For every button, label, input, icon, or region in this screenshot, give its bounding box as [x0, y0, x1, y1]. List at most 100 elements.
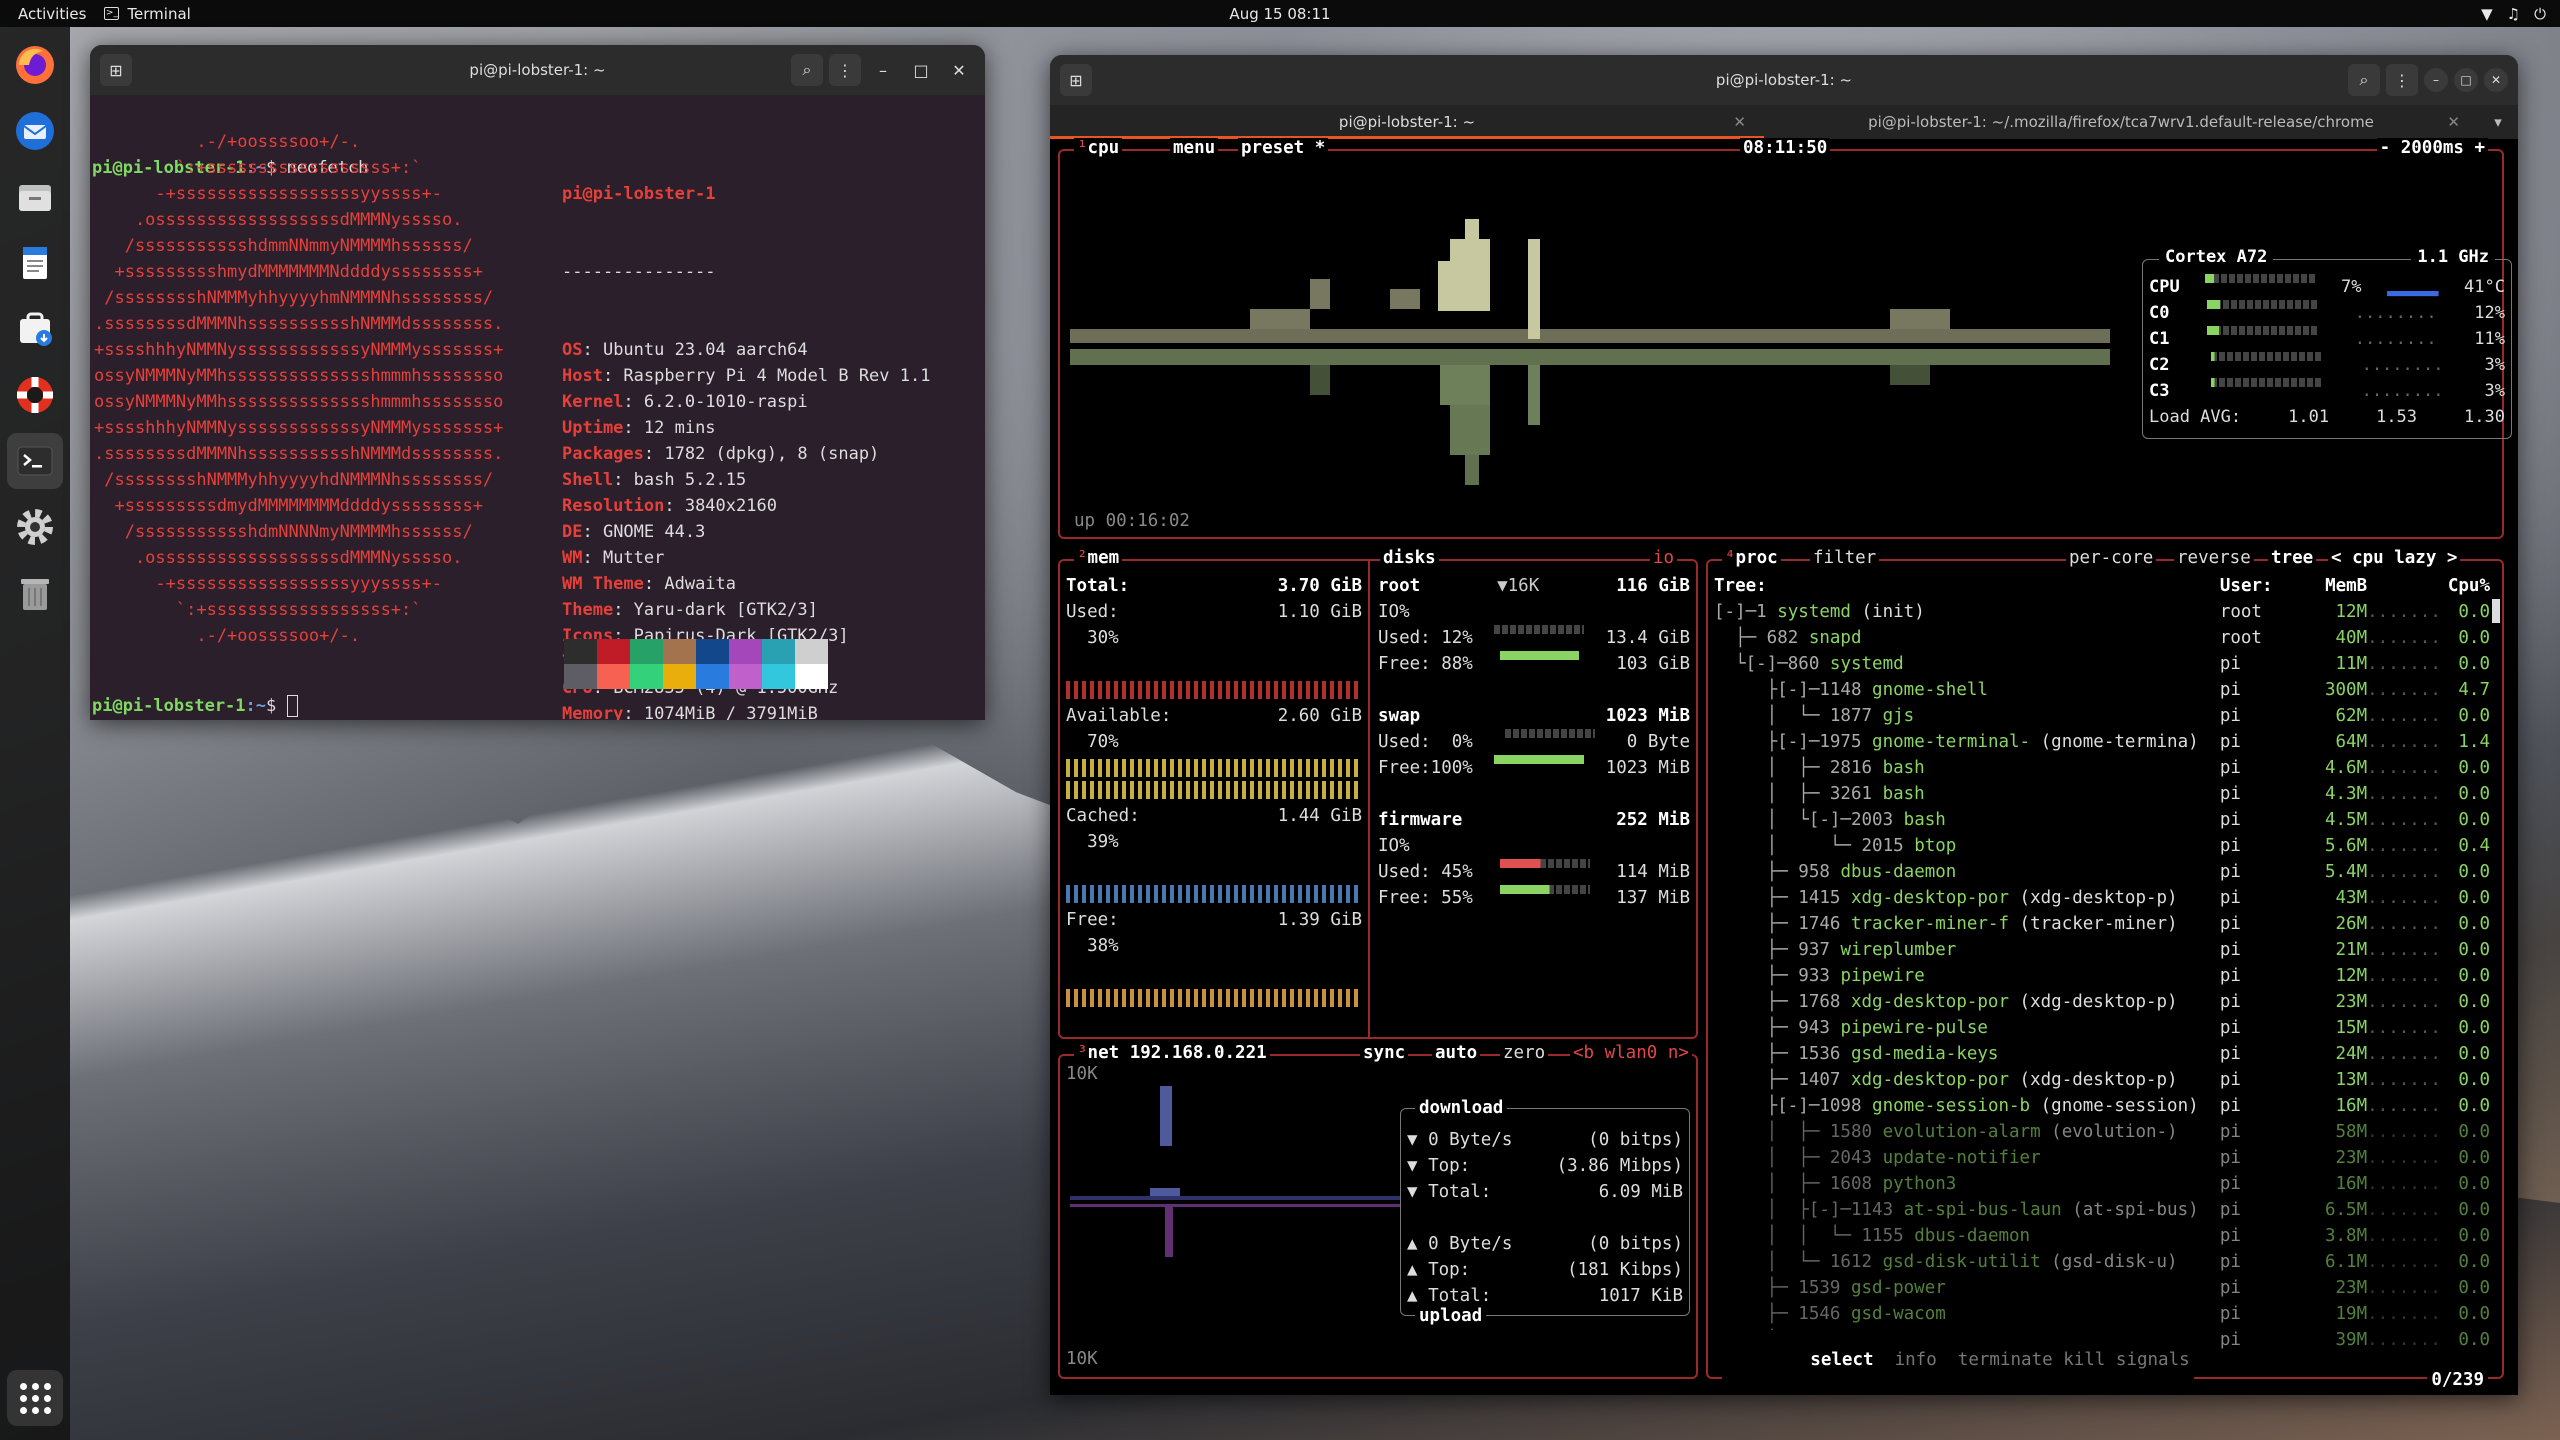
process-row[interactable]: └[-]─860 systemd pi 11M....... 0.0 — [1714, 651, 2490, 677]
process-row[interactable]: ├─ 1746 tracker-miner-f (tracker-miner) p… — [1714, 911, 2490, 937]
sync-toggle[interactable]: sync — [1363, 1043, 1405, 1063]
auto-toggle[interactable]: auto — [1435, 1043, 1477, 1063]
tree-toggle[interactable]: tree — [2271, 548, 2313, 568]
select-button[interactable]: select — [1810, 1350, 1873, 1370]
show-apps-icon[interactable] — [7, 1370, 63, 1426]
tab-home[interactable]: pi@pi-lobster-1: ~ ✕ — [1050, 105, 1764, 139]
process-row[interactable]: │ ├[-]─1143 at-spi-bus-laun (at-spi-bus)… — [1714, 1197, 2490, 1223]
net-label[interactable]: net — [1088, 1043, 1120, 1063]
new-tab-button[interactable]: ⊞ — [100, 54, 132, 86]
process-row[interactable]: │ ├─ 2816 bash pi 4.6M....... 0.0 — [1714, 755, 2490, 781]
interface-selector[interactable]: <b wlan0 n> — [1573, 1043, 1689, 1063]
menu-icon[interactable]: ⋮ — [2386, 64, 2418, 96]
writer-icon[interactable] — [7, 235, 63, 291]
settings-icon[interactable] — [7, 499, 63, 555]
search-icon[interactable]: ⌕ — [791, 54, 823, 86]
terminal-output[interactable]: pi@pi-lobster-1:~$ neofetch .-/+oossssoo… — [90, 95, 985, 720]
files-icon[interactable] — [7, 169, 63, 225]
search-icon[interactable]: ⌕ — [2348, 64, 2380, 96]
process-row[interactable]: ├─ 958 dbus-daemon pi 5.4M....... 0.0 — [1714, 859, 2490, 885]
info-row: Kernel: 6.2.0-1010-raspi — [562, 392, 808, 412]
close-tab-icon[interactable]: ✕ — [2447, 113, 2460, 131]
process-row[interactable]: ├─ 1415 xdg-desktop-por (xdg-desktop-p) p… — [1714, 885, 2490, 911]
process-row[interactable]: │ ├─ 2043 update-notifier pi 23M....... 0.0 — [1714, 1145, 2490, 1171]
proc-label[interactable]: proc — [1736, 548, 1778, 568]
info-row: WM Theme: Adwaita — [562, 574, 737, 594]
terminal-icon[interactable] — [7, 433, 63, 489]
process-row[interactable]: ├─ 1407 xdg-desktop-por (xdg-desktop-p) p… — [1714, 1067, 2490, 1093]
palette-swatch — [564, 664, 597, 689]
terminate-button[interactable]: terminate — [1958, 1350, 2053, 1370]
system-tray[interactable]: ▼ ♫ ⏻ — [2481, 5, 2546, 23]
scrollbar[interactable] — [2492, 599, 2500, 623]
filter-button[interactable]: filter — [1813, 548, 1876, 568]
new-tab-button[interactable]: ⊞ — [1060, 64, 1092, 96]
process-row[interactable]: ├─ 1539 gsd-power pi 23M....... 0.0 — [1714, 1275, 2490, 1301]
per-core-toggle[interactable]: per-core — [2069, 548, 2153, 568]
info-button[interactable]: info — [1895, 1350, 1937, 1370]
sort-selector[interactable]: < cpu lazy > — [2331, 548, 2457, 568]
maximize-button[interactable]: □ — [2454, 68, 2478, 92]
io-toggle[interactable]: io — [1653, 548, 1674, 568]
minimize-button[interactable]: – — [2424, 68, 2448, 92]
process-row[interactable]: ├─ 1546 gsd-wacom pi 19M....... 0.0 — [1714, 1301, 2490, 1327]
process-row[interactable]: │ └─ 1877 gjs pi 62M....... 0.0 — [1714, 703, 2490, 729]
close-button[interactable]: ✕ — [2484, 68, 2508, 92]
terminal-window-btop[interactable]: ⊞ pi@pi-lobster-1: ~ ⌕ ⋮ – □ ✕ pi@pi-lob… — [1050, 55, 2518, 1395]
process-row[interactable]: │ └─ 1612 gsd-disk-utilit (gsd-disk-u) pi… — [1714, 1249, 2490, 1275]
mem-label[interactable]: mem — [1088, 548, 1120, 568]
help-icon[interactable] — [7, 367, 63, 423]
app-menu[interactable]: >_ Terminal — [104, 5, 191, 23]
process-row[interactable]: ├[-]─1975 gnome-terminal- (gnome-termina… — [1714, 729, 2490, 755]
volume-icon: ♫ — [2506, 4, 2521, 23]
tab-list-chevron-icon[interactable]: ▾ — [2478, 105, 2518, 139]
process-row[interactable]: ├[-]─1148 gnome-shell pi 300M....... 4.7 — [1714, 677, 2490, 703]
tab-chrome[interactable]: pi@pi-lobster-1: ~/.mozilla/firefox/tca7… — [1764, 105, 2478, 139]
process-row[interactable]: │ ├─ 1608 python3 pi 16M....... 0.0 — [1714, 1171, 2490, 1197]
kill-button[interactable]: kill — [2063, 1350, 2105, 1370]
titlebar[interactable]: ⊞ pi@pi-lobster-1: ~ ⌕ ⋮ – □ ✕ — [1050, 55, 2518, 105]
software-icon[interactable] — [7, 301, 63, 357]
cpu-label[interactable]: cpu — [1088, 138, 1120, 158]
logo-line: .ossssssssssssssssssdMMMNysssso. — [94, 548, 463, 568]
terminal-window-neofetch[interactable]: ⊞ pi@pi-lobster-1: ~ ⌕ ⋮ – □ ✕ pi@pi-lob… — [90, 45, 985, 720]
logo-line: .ossssssssssssssssssdMMMNysssso. — [94, 210, 463, 230]
preset-button[interactable]: preset * — [1241, 138, 1325, 158]
process-row[interactable]: │ ├─ 1580 evolution-alarm (evolution-) pi… — [1714, 1119, 2490, 1145]
process-row[interactable]: │ │ └─ 1155 dbus-daemon pi 3.8M....... 0.0 — [1714, 1223, 2490, 1249]
activities-button[interactable]: Activities — [0, 5, 104, 23]
thunderbird-icon[interactable] — [7, 103, 63, 159]
prompt-line[interactable]: pi@pi-lobster-1:~$ — [92, 693, 298, 719]
process-row[interactable]: ├─ 933 pipewire pi 12M....... 0.0 — [1714, 963, 2490, 989]
zero-toggle[interactable]: zero — [1503, 1043, 1545, 1063]
process-row[interactable]: ├─ 1536 gsd-media-keys pi 24M....... 0.0 — [1714, 1041, 2490, 1067]
process-row[interactable]: │ └[-]─2003 bash pi 4.5M....... 0.0 — [1714, 807, 2490, 833]
titlebar[interactable]: ⊞ pi@pi-lobster-1: ~ ⌕ ⋮ – □ ✕ — [90, 45, 985, 95]
signals-button[interactable]: signals — [2116, 1350, 2190, 1370]
clock[interactable]: Aug 15 08:11 — [1229, 5, 1330, 23]
menu-icon[interactable]: ⋮ — [829, 54, 861, 86]
logo-line: ossyNMMMNyMMhsssssssssssssshmmmhssssssso — [94, 392, 504, 412]
close-button[interactable]: ✕ — [943, 54, 975, 86]
process-row[interactable]: ├[-]─1098 gnome-session-b (gnome-session… — [1714, 1093, 2490, 1119]
process-row[interactable]: │ ├─ 3261 bash pi 4.3M....... 0.0 — [1714, 781, 2490, 807]
process-row[interactable]: [-]─1 systemd (init) root 12M....... 0.0 — [1714, 599, 2490, 625]
process-row[interactable]: ├─ 682 snapd root 40M....... 0.0 — [1714, 625, 2490, 651]
firefox-icon[interactable] — [7, 37, 63, 93]
palette-swatch — [762, 664, 795, 689]
process-row[interactable]: ├─ 943 pipewire-pulse pi 15M....... 0.0 — [1714, 1015, 2490, 1041]
process-row[interactable]: ├─ 1768 xdg-desktop-por (xdg-desktop-p) p… — [1714, 989, 2490, 1015]
reverse-toggle[interactable]: reverse — [2177, 548, 2251, 568]
close-tab-icon[interactable]: ✕ — [1733, 113, 1746, 131]
process-list[interactable]: Tree: User: MemB Cpu% [-]─1 systemd (ini… — [1714, 573, 2490, 1353]
maximize-button[interactable]: □ — [905, 54, 937, 86]
trash-icon[interactable] — [7, 565, 63, 621]
update-interval[interactable]: - 2000ms + — [2380, 138, 2485, 158]
process-row[interactable]: ├─ 937 wireplumber pi 21M....... 0.0 — [1714, 937, 2490, 963]
process-row[interactable]: │ └─ 2015 btop pi 5.6M....... 0.4 — [1714, 833, 2490, 859]
menu-button[interactable]: menu — [1173, 138, 1215, 158]
palette-swatch — [795, 639, 828, 664]
btop-screen[interactable]: ¹cpu menu preset * 08:11:50 - 2000ms + u… — [1050, 138, 2518, 1395]
minimize-button[interactable]: – — [867, 54, 899, 86]
disks-label[interactable]: disks — [1383, 548, 1436, 568]
